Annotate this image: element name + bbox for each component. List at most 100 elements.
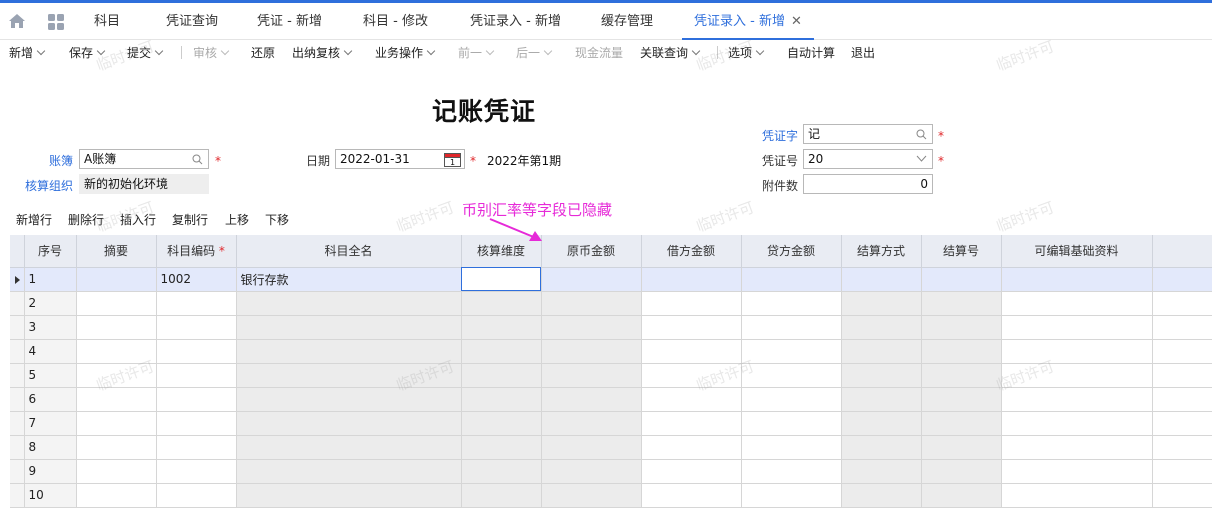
cashier-check-button[interactable]: 出纳复核 xyxy=(292,44,353,61)
cell-code[interactable]: 1002 xyxy=(156,267,237,292)
cell-summary[interactable] xyxy=(76,483,157,508)
cell-settle-method[interactable] xyxy=(841,411,922,436)
cell-settle-no[interactable] xyxy=(921,483,1002,508)
cell-editable-base[interactable] xyxy=(1001,411,1153,436)
apps-grid-icon[interactable] xyxy=(48,14,64,30)
cell-orig-amount[interactable] xyxy=(541,339,642,364)
cell-settle-no[interactable] xyxy=(921,291,1002,316)
business-ops-button[interactable]: 业务操作 xyxy=(375,44,436,61)
col-header-settle-no[interactable]: 结算号 xyxy=(921,235,1002,268)
cell-credit[interactable] xyxy=(741,459,842,484)
cell-settle-no[interactable] xyxy=(921,315,1002,340)
cell-orig-amount[interactable] xyxy=(541,291,642,316)
cell-dimension[interactable] xyxy=(461,339,542,364)
cell-settle-no[interactable] xyxy=(921,459,1002,484)
cell-settle-no[interactable] xyxy=(921,387,1002,412)
col-header-debit[interactable]: 借方金额 xyxy=(641,235,742,268)
cell-editable-base[interactable] xyxy=(1001,459,1153,484)
insert-row-button[interactable]: 插入行 xyxy=(120,211,156,228)
cell-orig-amount[interactable] xyxy=(541,411,642,436)
cell-credit[interactable] xyxy=(741,435,842,460)
cell-code[interactable] xyxy=(156,411,237,436)
cell-credit[interactable] xyxy=(741,483,842,508)
cell-orig-amount[interactable] xyxy=(541,363,642,388)
cell-dimension[interactable] xyxy=(461,387,542,412)
cell-settle-method[interactable] xyxy=(841,339,922,364)
cell-settle-no[interactable] xyxy=(921,411,1002,436)
cell-debit[interactable] xyxy=(641,291,742,316)
cell-dimension[interactable] xyxy=(461,315,542,340)
tab-voucher-entry-new[interactable]: 凭证录入 - 新增 xyxy=(470,3,561,40)
copy-row-button[interactable]: 复制行 xyxy=(172,211,208,228)
exit-button[interactable]: 退出 xyxy=(851,44,875,61)
col-header-code[interactable]: 科目编码 * xyxy=(156,235,237,268)
cell-editable-base[interactable] xyxy=(1001,291,1153,316)
search-icon[interactable] xyxy=(916,129,927,140)
cell-orig-amount[interactable] xyxy=(541,387,642,412)
table-row[interactable]: 4 xyxy=(10,339,1212,364)
search-icon[interactable] xyxy=(192,154,203,165)
save-button[interactable]: 保存 xyxy=(69,44,106,61)
cell-code[interactable] xyxy=(156,387,237,412)
cell-editable-base[interactable] xyxy=(1001,339,1153,364)
cell-editable-base[interactable] xyxy=(1001,315,1153,340)
cell-summary[interactable] xyxy=(76,387,157,412)
cell-settle-method[interactable] xyxy=(841,315,922,340)
col-header-summary[interactable]: 摘要 xyxy=(76,235,157,268)
cell-settle-method[interactable] xyxy=(841,291,922,316)
col-header-credit[interactable]: 贷方金额 xyxy=(741,235,842,268)
related-query-button[interactable]: 关联查询 xyxy=(640,44,701,61)
cell-credit[interactable] xyxy=(741,315,842,340)
cell-debit[interactable] xyxy=(641,435,742,460)
cell-orig-amount[interactable] xyxy=(541,267,642,292)
home-icon[interactable] xyxy=(8,13,26,29)
cell-debit[interactable] xyxy=(641,267,742,292)
table-row[interactable]: 3 xyxy=(10,315,1212,340)
tab-subject-edit[interactable]: 科目 - 修改 xyxy=(363,3,428,40)
cell-code[interactable] xyxy=(156,435,237,460)
move-up-button[interactable]: 上移 xyxy=(225,211,249,228)
cell-debit[interactable] xyxy=(641,459,742,484)
cell-credit[interactable] xyxy=(741,291,842,316)
cell-credit[interactable] xyxy=(741,411,842,436)
delete-row-button[interactable]: 删除行 xyxy=(68,211,104,228)
cell-debit[interactable] xyxy=(641,411,742,436)
cell-orig-amount[interactable] xyxy=(541,459,642,484)
table-row[interactable]: 5 xyxy=(10,363,1212,388)
table-row[interactable]: 9 xyxy=(10,459,1212,484)
cell-dimension[interactable] xyxy=(461,459,542,484)
cell-credit[interactable] xyxy=(741,387,842,412)
tab-cache-manage[interactable]: 缓存管理 xyxy=(601,3,653,40)
cell-settle-method[interactable] xyxy=(841,459,922,484)
cell-editable-base[interactable] xyxy=(1001,483,1153,508)
table-row[interactable]: 2 xyxy=(10,291,1212,316)
cell-code[interactable] xyxy=(156,363,237,388)
cell-debit[interactable] xyxy=(641,339,742,364)
cell-settle-method[interactable] xyxy=(841,267,922,292)
attach-field[interactable]: 0 xyxy=(803,174,933,194)
cell-dimension[interactable] xyxy=(461,291,542,316)
tab-voucher-entry-new-active[interactable]: 凭证录入 - 新增 ✕ xyxy=(682,3,814,40)
cell-dimension[interactable] xyxy=(461,267,542,292)
cell-summary[interactable] xyxy=(76,339,157,364)
col-header-seq[interactable]: 序号 xyxy=(24,235,77,268)
cell-summary[interactable] xyxy=(76,363,157,388)
options-button[interactable]: 选项 xyxy=(728,44,765,61)
table-row[interactable]: 8 xyxy=(10,435,1212,460)
tab-subject[interactable]: 科目 xyxy=(94,3,120,40)
cell-credit[interactable] xyxy=(741,339,842,364)
cell-dimension[interactable] xyxy=(461,435,542,460)
cell-editable-base[interactable] xyxy=(1001,435,1153,460)
cell-settle-method[interactable] xyxy=(841,387,922,412)
col-header-orig-amount[interactable]: 原币金额 xyxy=(541,235,642,268)
cell-settle-no[interactable] xyxy=(921,363,1002,388)
close-icon[interactable]: ✕ xyxy=(791,14,802,29)
col-header-settle-method[interactable]: 结算方式 xyxy=(841,235,922,268)
cell-debit[interactable] xyxy=(641,483,742,508)
cell-summary[interactable] xyxy=(76,315,157,340)
cell-summary[interactable] xyxy=(76,411,157,436)
cell-debit[interactable] xyxy=(641,363,742,388)
cell-orig-amount[interactable] xyxy=(541,435,642,460)
cell-settle-method[interactable] xyxy=(841,435,922,460)
cell-settle-no[interactable] xyxy=(921,435,1002,460)
